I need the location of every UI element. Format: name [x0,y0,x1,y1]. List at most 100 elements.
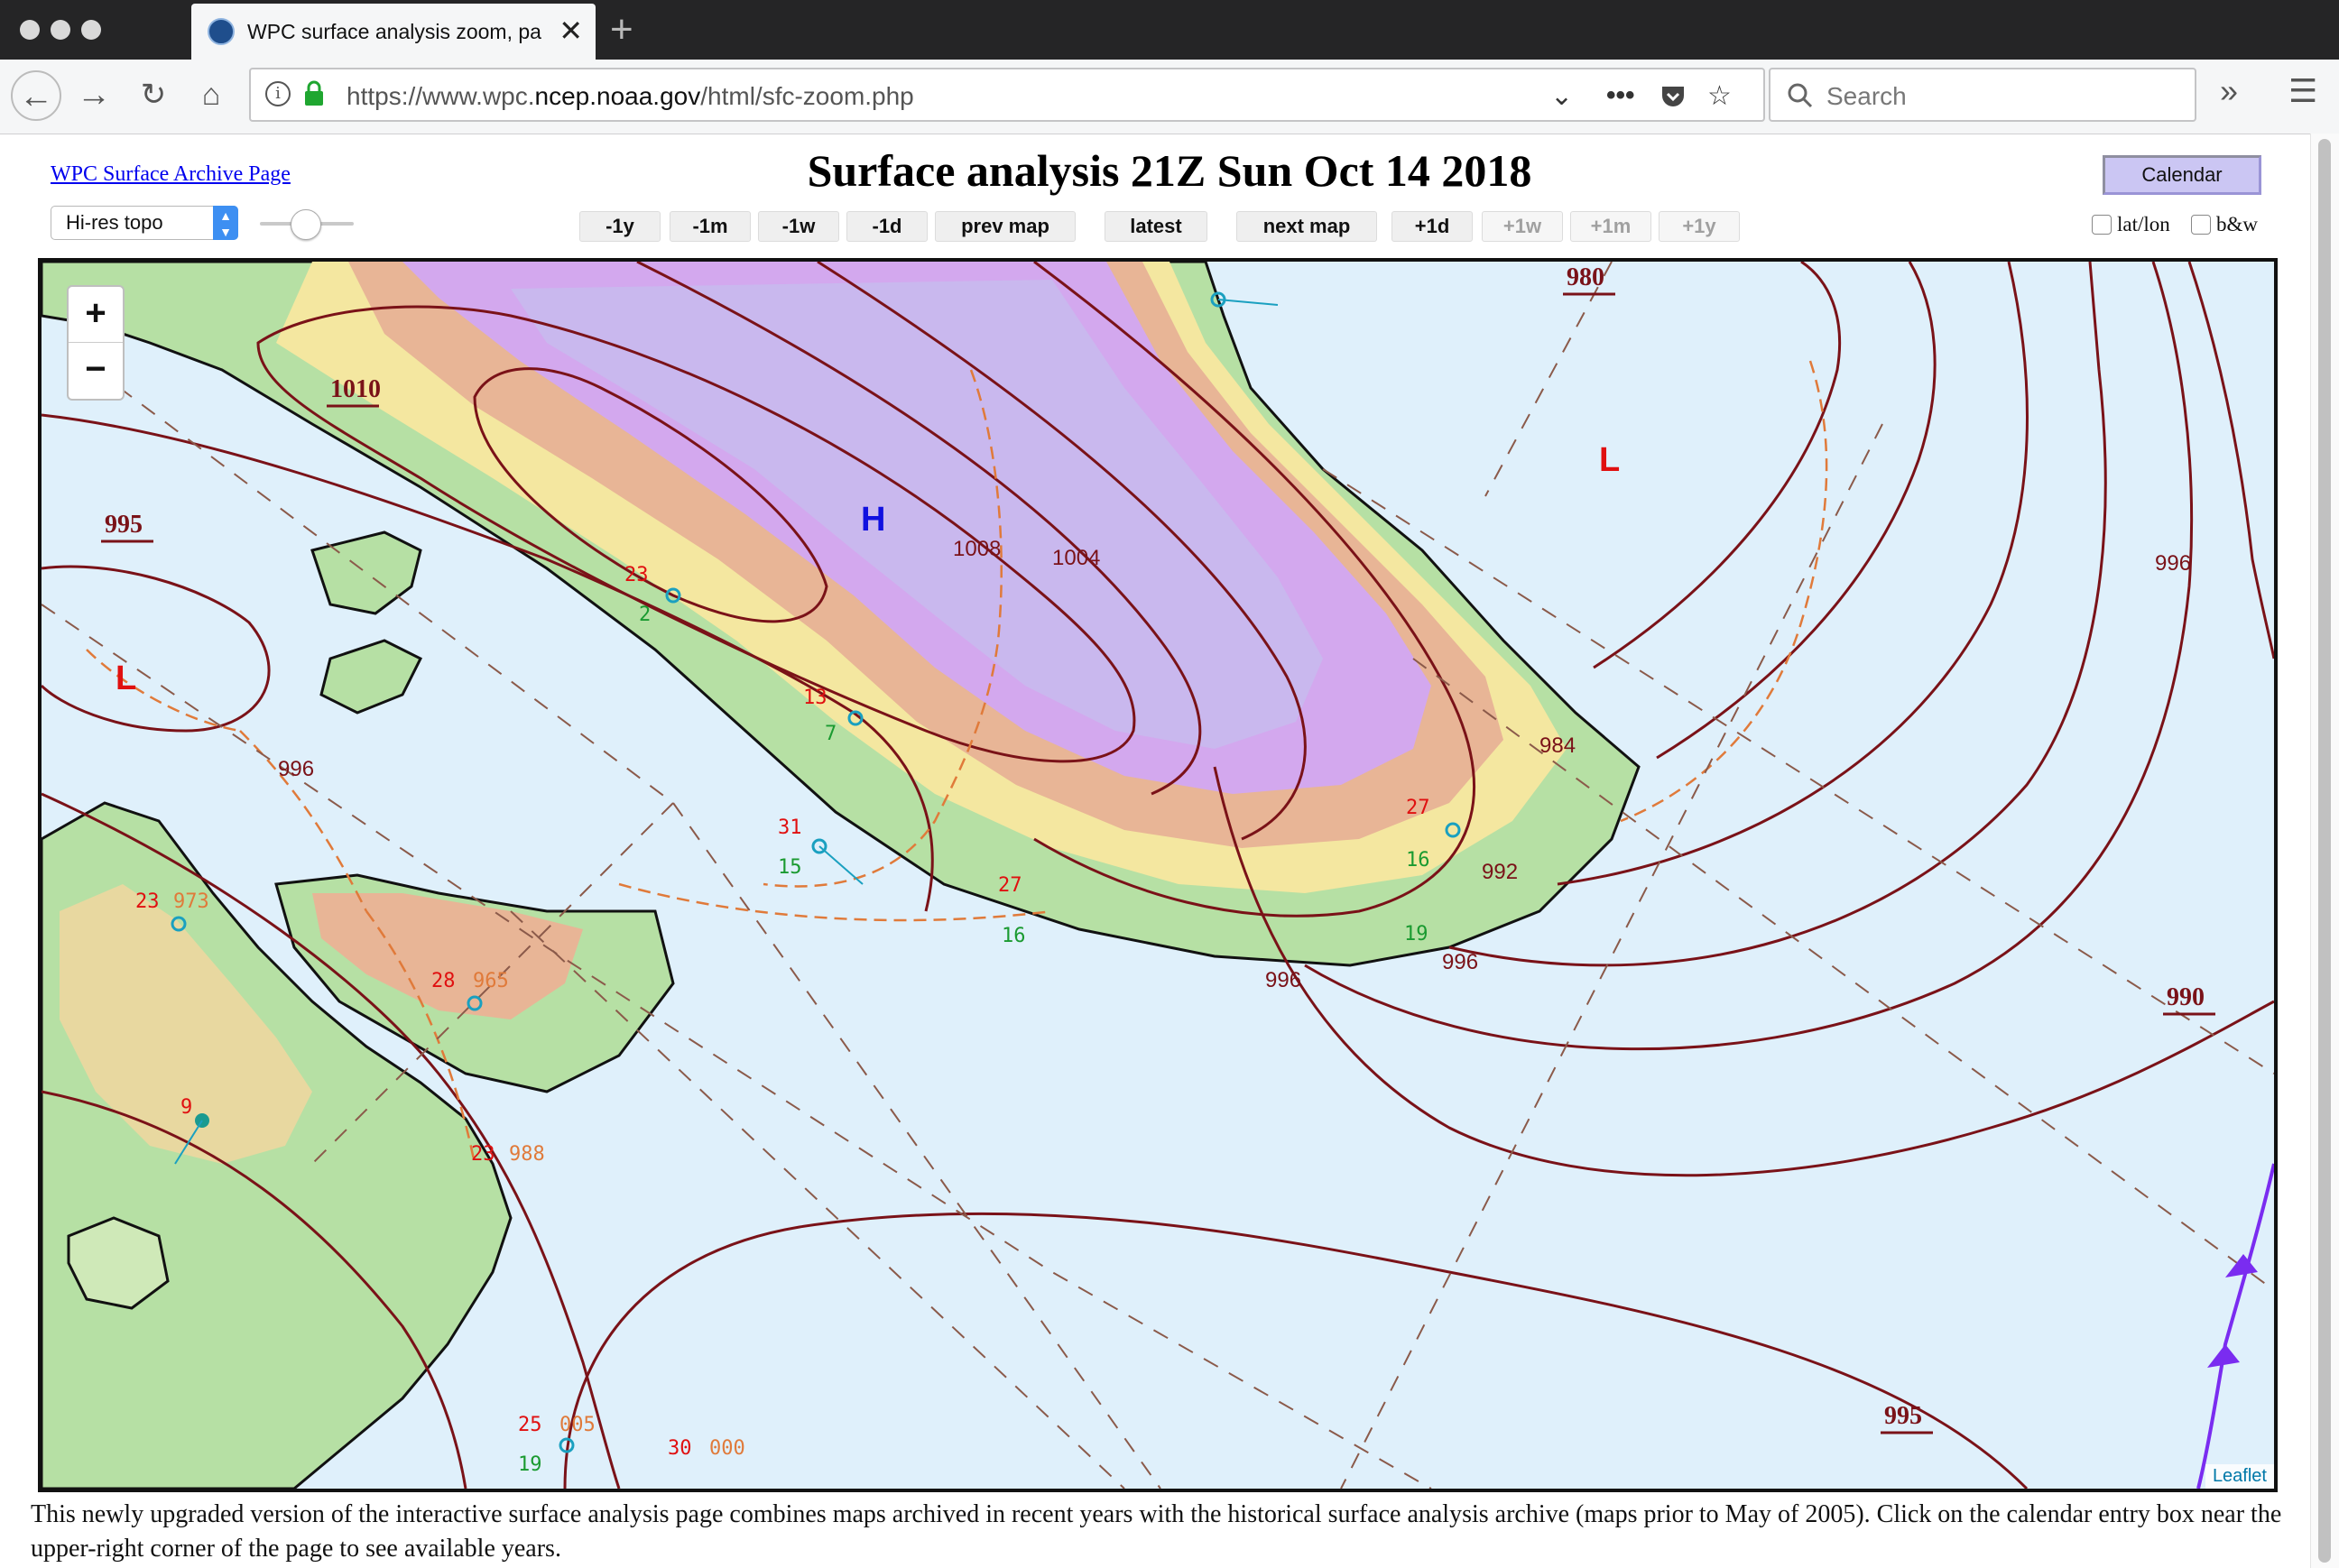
zoom-in-button[interactable]: + [69,287,123,343]
zoom-control: + − [67,285,125,401]
station-pressure: 965 [473,970,509,992]
back-icon[interactable]: ← [11,70,61,121]
station-temp: 23 [624,564,649,586]
isobar-988 [1656,262,1937,760]
surface-analysis-map[interactable]: 1010 995 980 990 995 1008 1004 996 996 9… [38,258,2278,1492]
isobar-995-south [563,1212,2029,1489]
latlon-label: lat/lon [2117,213,2170,235]
url-text: https://www.wpc.ncep.noaa.gov/html/sfc-z… [347,82,914,110]
plus-1-week-button[interactable]: +1w [1482,211,1563,242]
front-barb-b [2207,1344,2240,1368]
station-dewpoint: 19 [518,1453,542,1476]
trough-low-east [1620,360,1828,823]
chevron-down-icon[interactable]: ⌄ [1550,80,1573,112]
page-scrollbar[interactable] [2310,134,2339,1568]
station-dewpoint: 19 [1404,923,1428,945]
station-temp: 30 [668,1437,692,1460]
isobar-label-1004: 1004 [1052,546,1100,570]
station-pressure: 005 [559,1414,596,1436]
search-bar[interactable]: Search [1769,68,2196,122]
station-dewpoint: 15 [778,856,802,879]
graticule-e [510,910,1125,1489]
calendar-button[interactable]: Calendar [2103,155,2261,195]
latlon-checkbox[interactable] [2092,215,2112,235]
station-temp: 27 [998,874,1022,897]
low-pressure-label-east: L [1599,441,1620,479]
isobar-label-996-west: 996 [278,757,314,781]
bw-checkbox[interactable] [2191,215,2211,235]
isobar-992-east [1593,262,1842,669]
close-window-button[interactable] [20,20,40,40]
url-bar[interactable]: i https://www.wpc.ncep.noaa.gov/html/sfc… [249,68,1765,122]
station-dewpoint: 16 [1406,849,1430,872]
home-icon[interactable]: ⌂ [186,70,236,121]
maximize-window-button[interactable] [81,20,101,40]
new-tab-icon[interactable]: + [610,7,633,52]
noaa-favicon-icon [208,18,235,45]
isobar-996-ne [2187,262,2274,659]
minus-1-year-button[interactable]: -1y [579,211,661,242]
isobar-west-low [42,565,271,733]
prev-map-button[interactable]: prev map [935,211,1076,242]
basemap-select[interactable]: Hi-res topo ▲ ▼ [51,206,238,240]
bookmark-star-icon[interactable]: ☆ [1707,80,1732,112]
plus-1-day-button[interactable]: +1d [1391,211,1473,242]
station-dewpoint: 16 [1002,925,1026,947]
menu-icon[interactable]: ☰ [2288,72,2317,110]
leaflet-attribution-link[interactable]: Leaflet [2205,1464,2274,1489]
station-pressure: 973 [173,890,209,913]
station-dewpoint: 2 [639,604,651,626]
opacity-slider-handle[interactable] [291,209,321,240]
isobar-label-996-ne: 996 [2155,551,2191,576]
station-pressure: 000 [709,1437,745,1460]
front-east [2196,1163,2274,1489]
isobar-label-995-south: 995 [1884,1402,1922,1430]
wind-barb [818,845,864,885]
isobar-label-995-west: 995 [105,511,143,539]
isobar-label-980: 980 [1567,263,1604,291]
tab-title: WPC surface analysis zoom, pa [247,20,541,43]
search-input[interactable]: Search [1826,82,1907,111]
wind-barb [1217,299,1279,306]
forward-icon[interactable]: → [69,70,119,121]
isobar-label-996-b: 996 [1442,950,1478,974]
isobar-label-1010: 1010 [330,375,381,403]
overflow-chevron-icon[interactable]: » [2220,72,2238,110]
browser-titlebar: WPC surface analysis zoom, pa ✕ + [0,0,2339,60]
minus-1-day-button[interactable]: -1d [846,211,928,242]
graticule-g [1484,262,1613,497]
page-actions-icon[interactable]: ••• [1606,80,1635,111]
island-west-b [319,639,423,715]
minimize-window-button[interactable] [51,20,70,40]
station-temp: 23 [471,1143,495,1166]
station-temp: 13 [803,687,827,709]
station-temp: 23 [135,890,160,913]
tab-close-icon[interactable]: ✕ [559,13,583,49]
isobar-label-996-coast: 996 [1265,968,1301,992]
scrollbar-thumb[interactable] [2318,139,2331,1563]
minus-1-month-button[interactable]: -1m [670,211,751,242]
next-map-button[interactable]: next map [1236,211,1377,242]
latest-button[interactable]: latest [1105,211,1207,242]
plus-1-month-button[interactable]: +1m [1570,211,1651,242]
isobar-label-992: 992 [1482,860,1518,884]
station-temp: 28 [431,970,456,992]
zoom-out-button[interactable]: − [69,343,123,398]
station-temp: 31 [778,816,802,839]
lock-icon [305,80,323,106]
station-temp: 25 [518,1414,542,1436]
page-title: Surface analysis 21Z Sun Oct 14 2018 [807,145,1532,196]
isobar-label-984: 984 [1539,733,1576,758]
browser-tab[interactable]: WPC surface analysis zoom, pa ✕ [191,4,596,60]
pocket-icon[interactable] [1659,82,1687,111]
search-icon [1788,83,1813,108]
reload-icon[interactable]: ↻ [128,70,179,121]
map-canvas[interactable]: 1010 995 980 990 995 1008 1004 996 996 9… [42,262,2274,1489]
browser-navbar: ← → ↻ ⌂ i https://www.wpc.ncep.noaa.gov/… [0,60,2339,134]
minus-1-week-button[interactable]: -1w [758,211,839,242]
footer-description: This newly upgraded version of the inter… [31,1500,2282,1563]
plus-1-year-button[interactable]: +1y [1659,211,1740,242]
info-icon[interactable]: i [265,81,291,106]
trough-west [86,649,241,733]
station-pressure: 988 [509,1143,545,1166]
